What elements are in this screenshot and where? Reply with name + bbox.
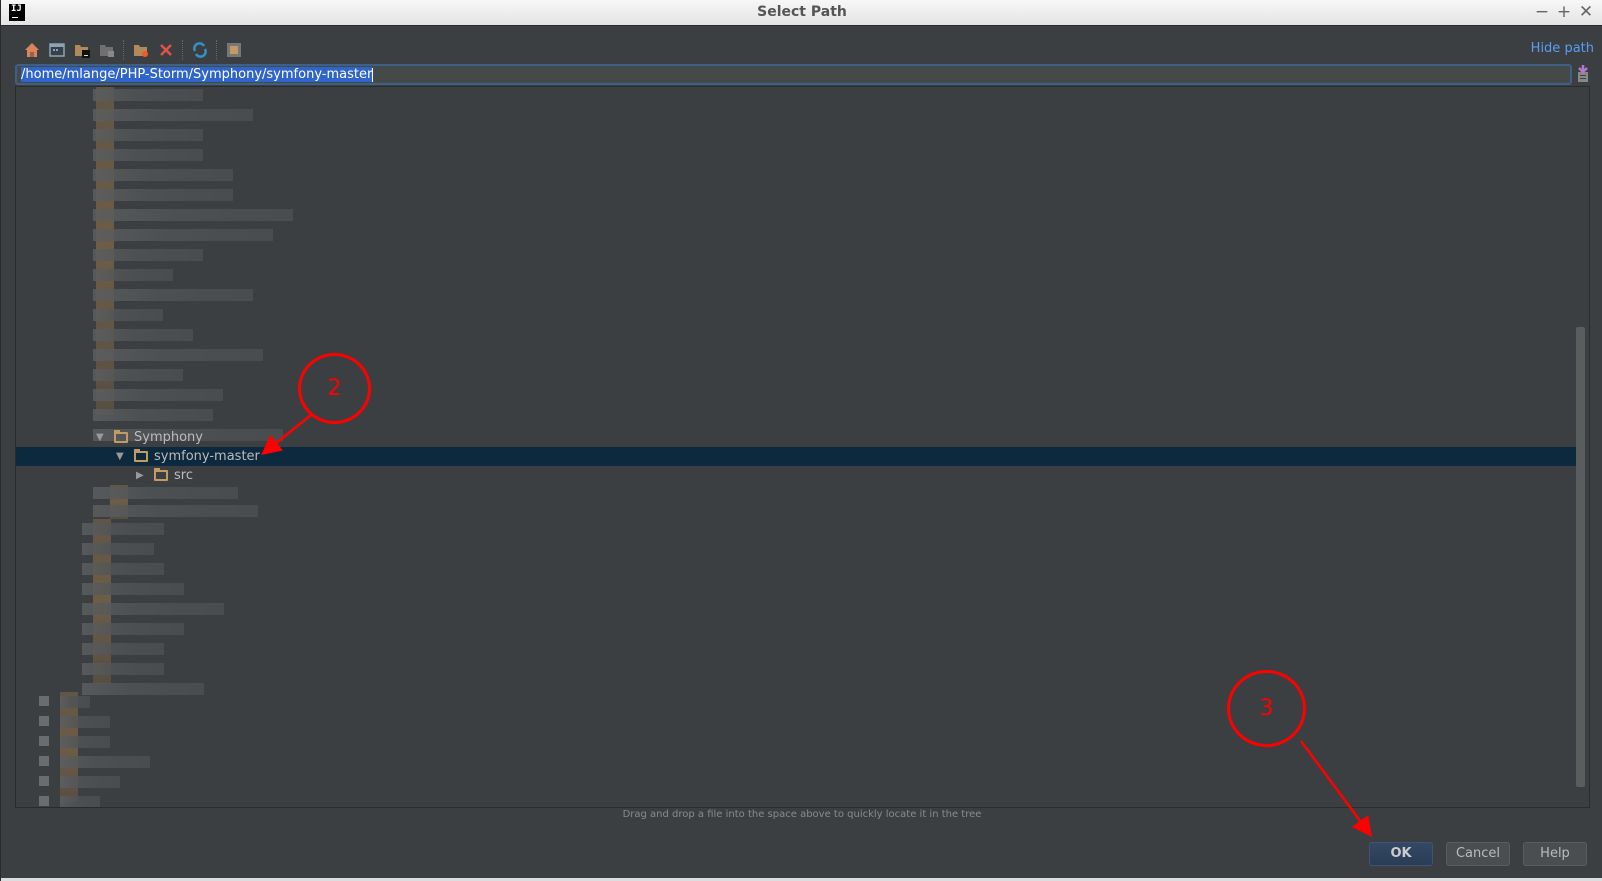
blurred-tree-item	[93, 189, 233, 201]
blurred-tree-item	[82, 663, 164, 675]
tree-node-label: symfony-master	[154, 449, 260, 464]
tree-node-label: src	[174, 468, 193, 483]
blurred-tree-item	[60, 736, 110, 748]
blurred-tree-item	[60, 756, 150, 768]
help-button[interactable]: Help	[1523, 842, 1587, 866]
folder-icon	[134, 449, 148, 462]
path-history-button[interactable]	[1576, 65, 1590, 83]
blurred-tree-item	[82, 603, 224, 615]
blurred-tree-item	[93, 289, 253, 301]
blurred-checkbox	[39, 756, 49, 766]
blurred-tree-item	[93, 369, 183, 381]
blurred-tree-item	[93, 349, 263, 361]
blurred-tree-item	[82, 683, 204, 695]
blurred-checkbox	[39, 736, 49, 746]
expand-arrow-icon[interactable]: ▼	[96, 432, 108, 443]
desktop-button[interactable]	[44, 40, 69, 60]
desktop-icon	[48, 43, 65, 57]
text-caret	[372, 67, 374, 82]
annotation-circle-3: 3	[1227, 670, 1306, 747]
new-folder-icon	[133, 45, 148, 57]
blurred-tree-item	[93, 269, 173, 281]
clipboard-download-icon	[1578, 65, 1588, 82]
home-icon	[24, 43, 39, 57]
blurred-tree-item	[93, 309, 163, 321]
blurred-checkbox	[39, 776, 49, 786]
select-path-dialog: IJ Select Path − + ✕ Hide path /home/mla…	[0, 0, 1602, 881]
blurred-tree-item	[60, 796, 100, 807]
ok-button[interactable]: OK	[1369, 842, 1433, 866]
show-hidden-button[interactable]	[221, 40, 246, 60]
blurred-tree-item	[93, 109, 253, 121]
blurred-tree-item	[93, 249, 203, 261]
blurred-tree-item	[82, 583, 184, 595]
blurred-tree-item	[93, 329, 193, 341]
file-tree[interactable]: ▼ Symphony ▼ symfony-master ▶ src	[15, 86, 1590, 808]
tree-node-symphony[interactable]: ▼ Symphony	[16, 428, 1589, 447]
maximize-icon[interactable]: +	[1554, 2, 1574, 22]
annotation-number: 3	[1259, 696, 1274, 721]
blurred-tree-item	[82, 523, 164, 535]
blurred-tree-item	[93, 487, 238, 499]
blurred-tree-item	[60, 696, 90, 708]
refresh-icon	[192, 42, 207, 58]
tree-node-label: Symphony	[134, 430, 203, 445]
dialog-title: Select Path	[757, 4, 847, 20]
toolbar-separator	[182, 40, 183, 60]
minimize-icon[interactable]: −	[1532, 2, 1552, 22]
expand-arrow-icon[interactable]: ▼	[116, 451, 128, 462]
blurred-tree-item	[93, 229, 273, 241]
hide-path-link[interactable]: Hide path	[1531, 41, 1594, 56]
project-folder-button[interactable]	[69, 40, 94, 60]
blurred-tree-item	[93, 209, 293, 221]
home-button[interactable]	[19, 40, 44, 60]
annotation-number: 2	[327, 376, 342, 401]
blurred-tree-item	[82, 563, 164, 575]
blurred-tree-item	[82, 543, 154, 555]
delete-icon	[159, 44, 172, 56]
blurred-tree-item	[93, 169, 233, 181]
drag-drop-hint: Drag and drop a file into the space abov…	[622, 809, 982, 820]
toolbar-separator	[216, 40, 217, 60]
folder-icon	[114, 430, 128, 443]
annotation-circle-2: 2	[298, 353, 371, 424]
folder-icon	[154, 468, 168, 481]
blurred-tree-item	[93, 129, 203, 141]
show-hidden-icon	[226, 43, 241, 57]
delete-button[interactable]	[153, 40, 178, 60]
blurred-checkbox	[39, 716, 49, 726]
tree-node-symfony-master[interactable]: ▼ symfony-master	[16, 447, 1577, 466]
project-folder-icon	[74, 45, 90, 58]
cancel-button[interactable]: Cancel	[1446, 842, 1510, 866]
toolbar	[19, 40, 246, 60]
title-bar: IJ Select Path − + ✕	[1, 0, 1602, 26]
blurred-tree-item	[60, 716, 110, 728]
close-icon[interactable]: ✕	[1576, 2, 1596, 22]
toolbar-separator	[123, 40, 124, 60]
path-input[interactable]: /home/mlange/PHP-Storm/Symphony/symfony-…	[15, 64, 1572, 85]
blurred-tree-item	[93, 389, 223, 401]
blurred-tree-item	[93, 505, 258, 517]
blurred-tree-item	[93, 409, 213, 421]
collapse-arrow-icon[interactable]: ▶	[136, 470, 148, 481]
tree-node-src[interactable]: ▶ src	[16, 466, 1589, 485]
module-folder-button[interactable]	[94, 40, 119, 60]
blurred-tree-item	[93, 149, 203, 161]
path-input-value: /home/mlange/PHP-Storm/Symphony/symfony-…	[21, 67, 373, 82]
blurred-checkbox	[39, 796, 49, 806]
module-folder-icon	[99, 45, 114, 57]
blurred-tree-item	[60, 776, 120, 788]
blurred-checkbox	[39, 696, 49, 706]
blurred-tree-item	[93, 89, 203, 101]
tree-scrollbar[interactable]	[1576, 327, 1585, 787]
refresh-button[interactable]	[187, 40, 212, 60]
blurred-tree-item	[82, 643, 164, 655]
blurred-tree-item	[82, 623, 184, 635]
new-folder-button[interactable]	[128, 40, 153, 60]
